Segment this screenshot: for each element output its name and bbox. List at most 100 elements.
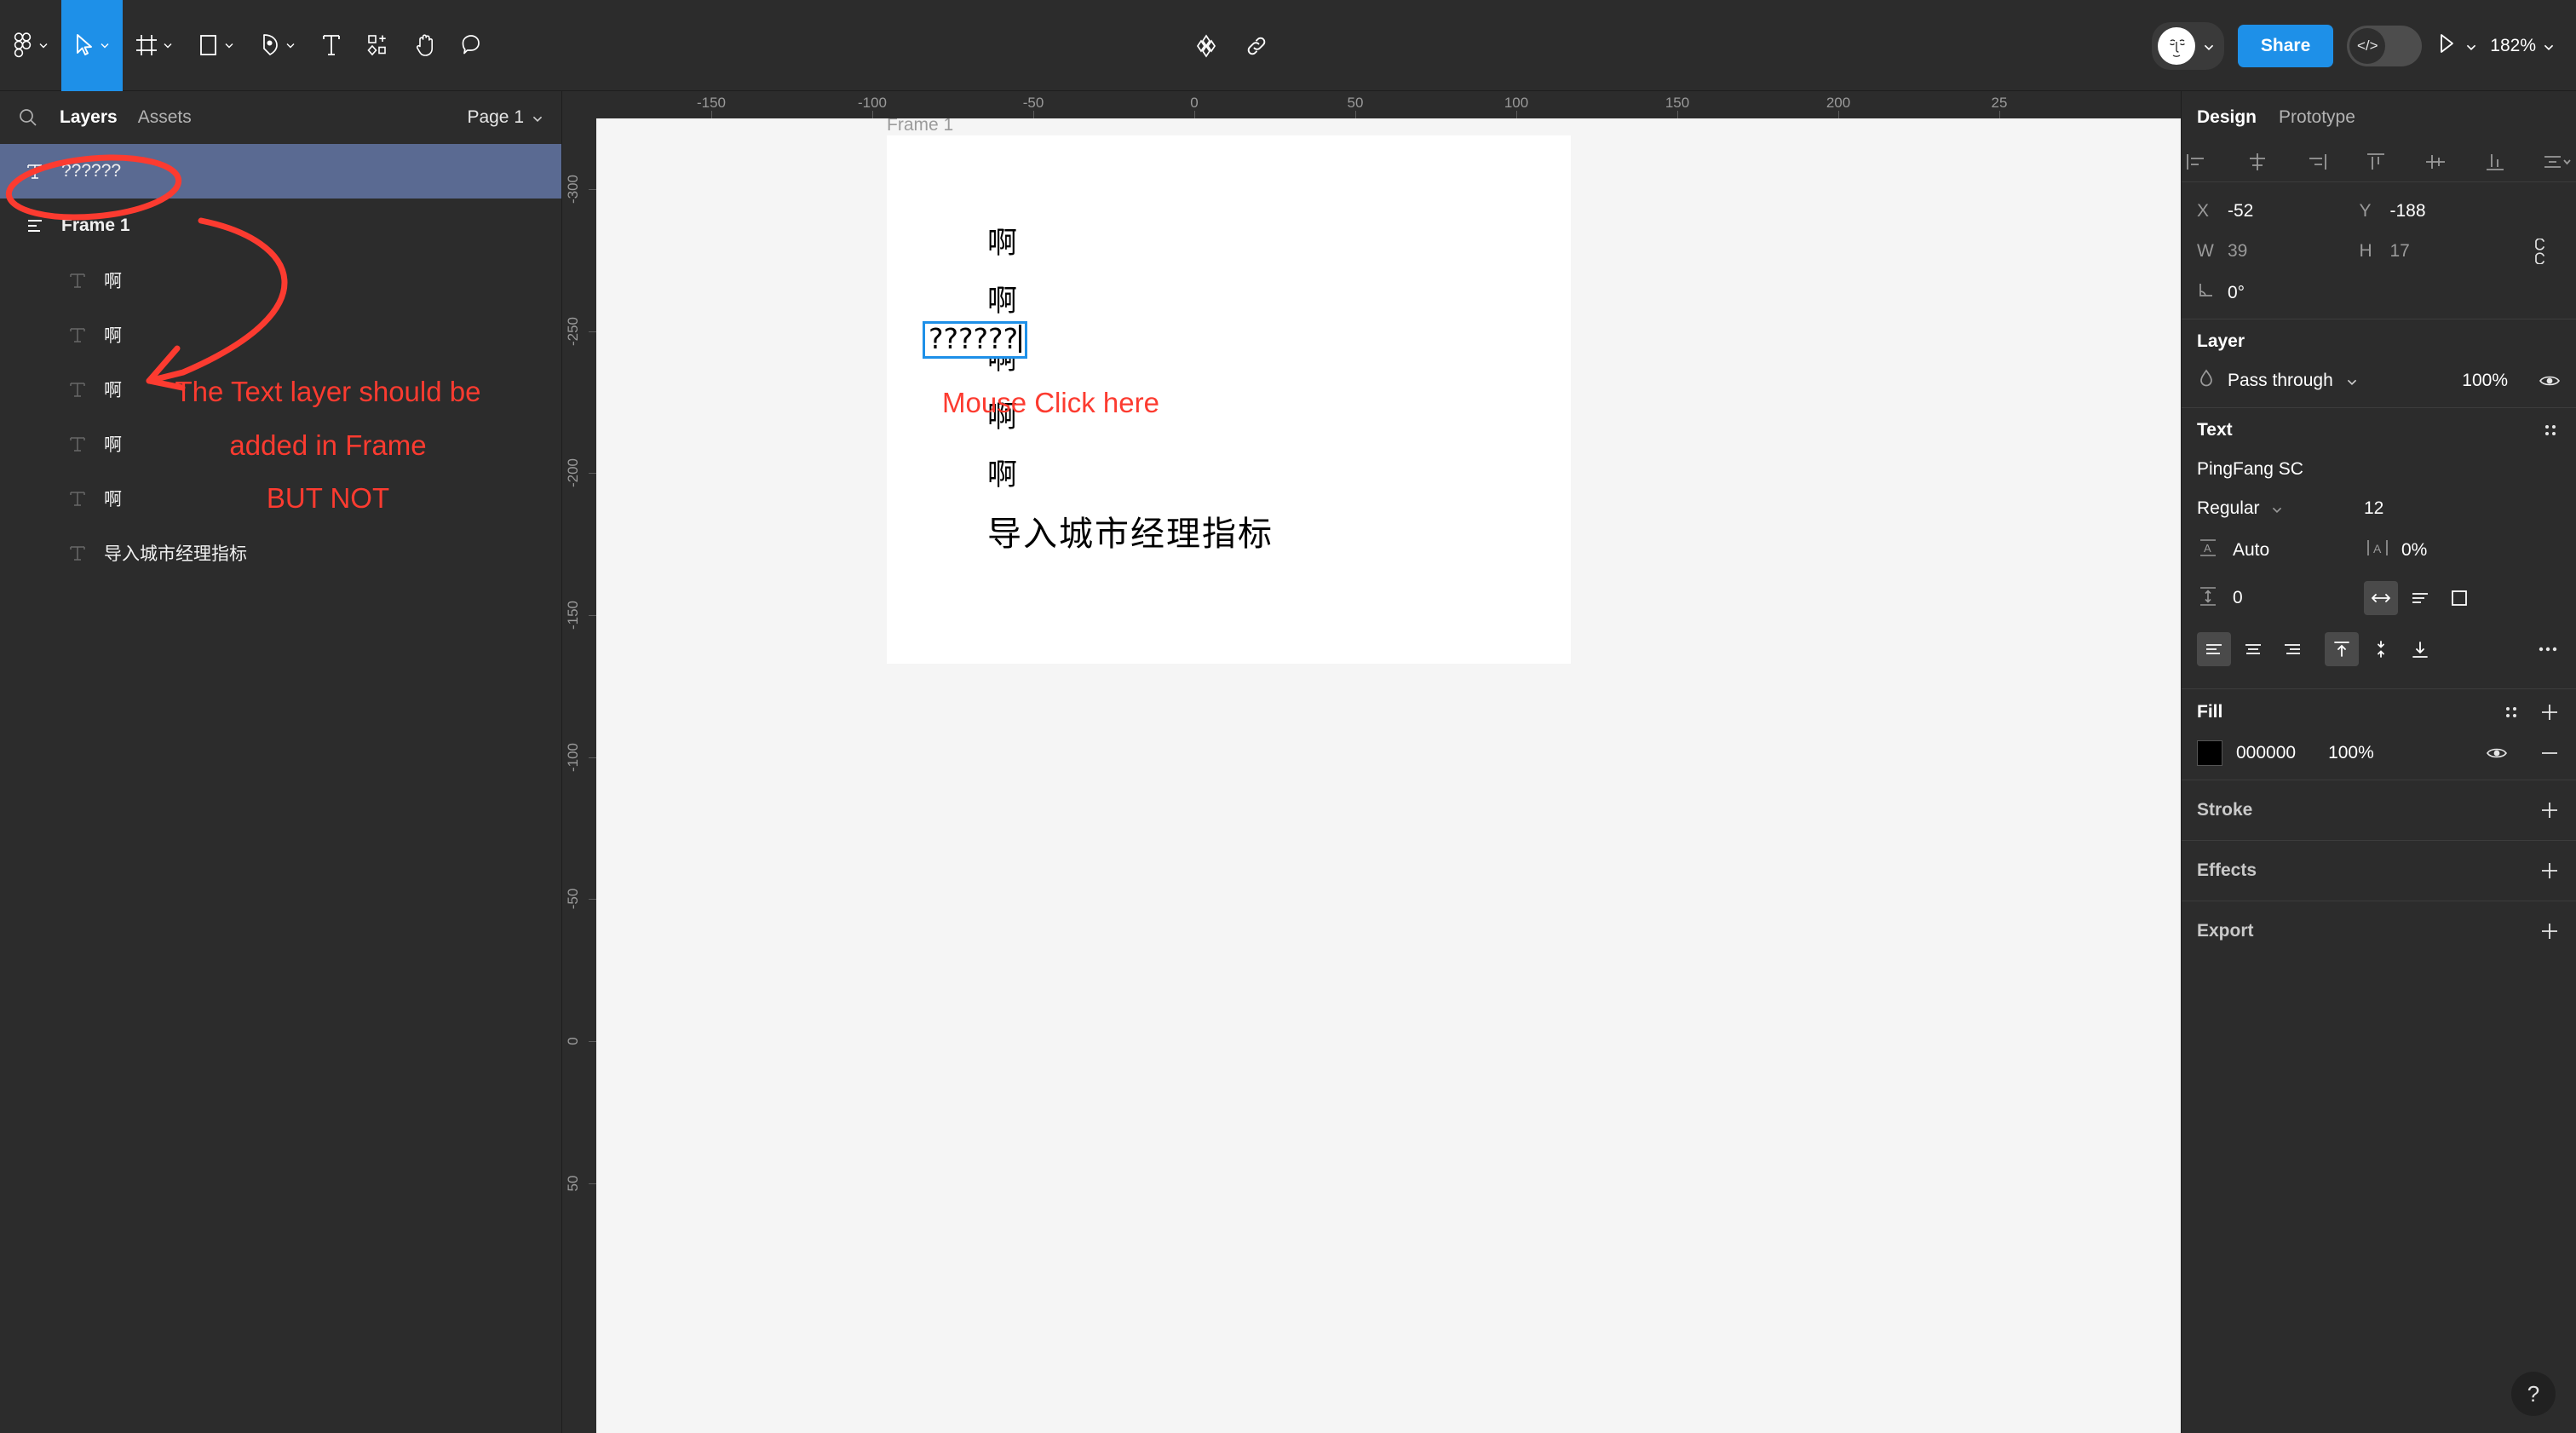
selected-text-node[interactable]: ?????? — [923, 321, 1028, 359]
user-avatar-menu[interactable] — [2151, 21, 2224, 70]
search-icon[interactable] — [17, 106, 39, 129]
rotation-field[interactable]: 0° — [2197, 281, 2360, 305]
text-more-options-icon[interactable] — [2535, 641, 2561, 658]
hand-tool-button[interactable] — [402, 0, 448, 91]
link-icon[interactable] — [1244, 33, 1269, 59]
font-size-field[interactable]: 12 — [2364, 498, 2531, 519]
layer-row[interactable]: Frame 1 — [0, 199, 561, 253]
layer-row[interactable]: 啊 — [0, 308, 561, 362]
remove-fill-icon[interactable] — [2539, 745, 2561, 762]
fill-opacity-value[interactable]: 100% — [2328, 743, 2374, 763]
add-export-icon[interactable] — [2539, 920, 2561, 942]
canvas-title-text[interactable]: 导入城市经理指标 — [987, 517, 1274, 551]
constrain-proportions-icon[interactable] — [2521, 239, 2561, 264]
vertical-ruler[interactable]: -300 -250 -200 -150 -100 -50 0 50 — [562, 91, 596, 1433]
fill-color-swatch[interactable] — [2197, 740, 2222, 766]
fill-hex-value[interactable]: 000000 — [2236, 743, 2296, 763]
align-right-icon[interactable] — [2304, 151, 2330, 173]
tab-layers[interactable]: Layers — [60, 107, 118, 128]
frame-1[interactable]: 啊 啊 啊 啊 啊 导入城市经理指标 ?????? Mouse Click he… — [887, 135, 1571, 664]
fill-styles-icon[interactable] — [2501, 702, 2521, 722]
shape-tool-button[interactable] — [186, 0, 247, 91]
text-align-bottom-icon[interactable] — [2403, 632, 2437, 666]
line-height-field[interactable]: A Auto — [2197, 536, 2364, 564]
frame-label[interactable]: Frame 1 — [887, 118, 953, 135]
design-canvas[interactable]: Frame 1 啊 啊 啊 啊 啊 导入城市经理指标 ?????? Mouse … — [596, 118, 2181, 1433]
frame-tool-button[interactable] — [123, 0, 186, 91]
y-field[interactable]: Y -188 — [2360, 201, 2522, 222]
text-align-top-icon[interactable] — [2325, 632, 2359, 666]
share-button[interactable]: Share — [2237, 24, 2334, 67]
fill-visibility-eye-icon[interactable] — [2486, 745, 2508, 762]
help-button[interactable]: ? — [2511, 1372, 2556, 1416]
paragraph-spacing-value[interactable]: 0 — [2233, 588, 2243, 608]
chevron-down-icon[interactable] — [2270, 503, 2282, 515]
h-field[interactable]: H 17 — [2360, 241, 2522, 262]
font-weight-value[interactable]: Regular — [2197, 498, 2260, 519]
tab-assets[interactable]: Assets — [138, 107, 192, 128]
text-align-left-icon[interactable] — [2197, 632, 2231, 666]
w-field[interactable]: W 39 — [2197, 241, 2360, 262]
canvas-text-char-2[interactable]: 啊 — [987, 287, 1017, 317]
horizontal-ruler[interactable]: -250-200-150-100-5005010015020025 — [596, 91, 2181, 118]
x-field[interactable]: X -52 — [2197, 201, 2360, 222]
distribute-menu-icon[interactable] — [2542, 151, 2573, 173]
layer-row[interactable]: ?????? — [0, 144, 561, 199]
dev-mode-toggle[interactable]: </> — [2347, 25, 2423, 66]
comment-tool-button[interactable] — [448, 0, 494, 91]
fixed-size-icon[interactable] — [2442, 581, 2476, 615]
align-bottom-icon[interactable] — [2482, 151, 2508, 173]
font-family-value[interactable]: PingFang SC — [2197, 447, 2561, 490]
zoom-level-menu[interactable]: 182% — [2490, 36, 2554, 56]
letter-spacing-field[interactable]: A 0% — [2364, 536, 2531, 564]
paragraph-spacing-field[interactable]: 0 — [2197, 584, 2364, 613]
add-stroke-icon[interactable] — [2539, 799, 2561, 821]
tab-prototype[interactable]: Prototype — [2279, 107, 2355, 128]
chevron-down-icon[interactable] — [2345, 375, 2357, 387]
layer-row[interactable]: 啊 — [0, 471, 561, 526]
add-fill-icon[interactable] — [2539, 701, 2561, 723]
canvas-text-char-1[interactable]: 啊 — [987, 229, 1017, 259]
present-button[interactable] — [2435, 31, 2476, 60]
font-weight-field[interactable]: Regular — [2197, 498, 2364, 519]
components-icon[interactable] — [1193, 32, 1220, 60]
visibility-eye-icon[interactable] — [2539, 372, 2561, 389]
x-value[interactable]: -52 — [2228, 201, 2253, 222]
w-value[interactable]: 39 — [2228, 241, 2247, 262]
layer-row[interactable]: 导入城市经理指标 — [0, 526, 561, 580]
rotation-icon — [2197, 281, 2214, 305]
text-align-middle-icon[interactable] — [2364, 632, 2398, 666]
rotation-value[interactable]: 0° — [2228, 283, 2245, 303]
canvas-text-char-5[interactable]: 啊 — [987, 461, 1017, 491]
font-size-value[interactable]: 12 — [2364, 498, 2383, 519]
layer-row[interactable]: 啊 — [0, 362, 561, 417]
tab-design[interactable]: Design — [2197, 107, 2257, 128]
layer-row[interactable]: 啊 — [0, 417, 561, 471]
align-horizontal-center-icon[interactable] — [2245, 151, 2270, 173]
blend-mode-value[interactable]: Pass through — [2228, 371, 2333, 391]
letter-spacing-value[interactable]: 0% — [2401, 540, 2427, 561]
resources-tool-button[interactable] — [354, 0, 402, 91]
text-align-center-icon[interactable] — [2236, 632, 2270, 666]
chevron-down-icon — [2202, 40, 2214, 52]
move-tool-button[interactable] — [61, 0, 123, 91]
h-value[interactable]: 17 — [2390, 241, 2410, 262]
auto-height-icon[interactable] — [2403, 581, 2437, 615]
ruler-tick — [589, 331, 596, 332]
add-effect-icon[interactable] — [2539, 860, 2561, 882]
text-tool-button[interactable] — [308, 0, 354, 91]
figma-menu-button[interactable] — [0, 0, 61, 91]
y-value[interactable]: -188 — [2390, 201, 2426, 222]
auto-width-icon[interactable] — [2364, 581, 2398, 615]
layer-opacity-value[interactable]: 100% — [2462, 371, 2508, 391]
ruler-tick — [711, 111, 712, 118]
align-top-icon[interactable] — [2363, 151, 2389, 173]
page-selector[interactable]: Page 1 — [467, 107, 543, 128]
align-vertical-center-icon[interactable] — [2423, 151, 2448, 173]
align-left-icon[interactable] — [2185, 151, 2211, 173]
text-styles-icon[interactable] — [2540, 420, 2561, 440]
line-height-value[interactable]: Auto — [2233, 540, 2269, 561]
layer-row[interactable]: 啊 — [0, 253, 561, 308]
text-align-right-icon[interactable] — [2275, 632, 2309, 666]
pen-tool-button[interactable] — [247, 0, 308, 91]
